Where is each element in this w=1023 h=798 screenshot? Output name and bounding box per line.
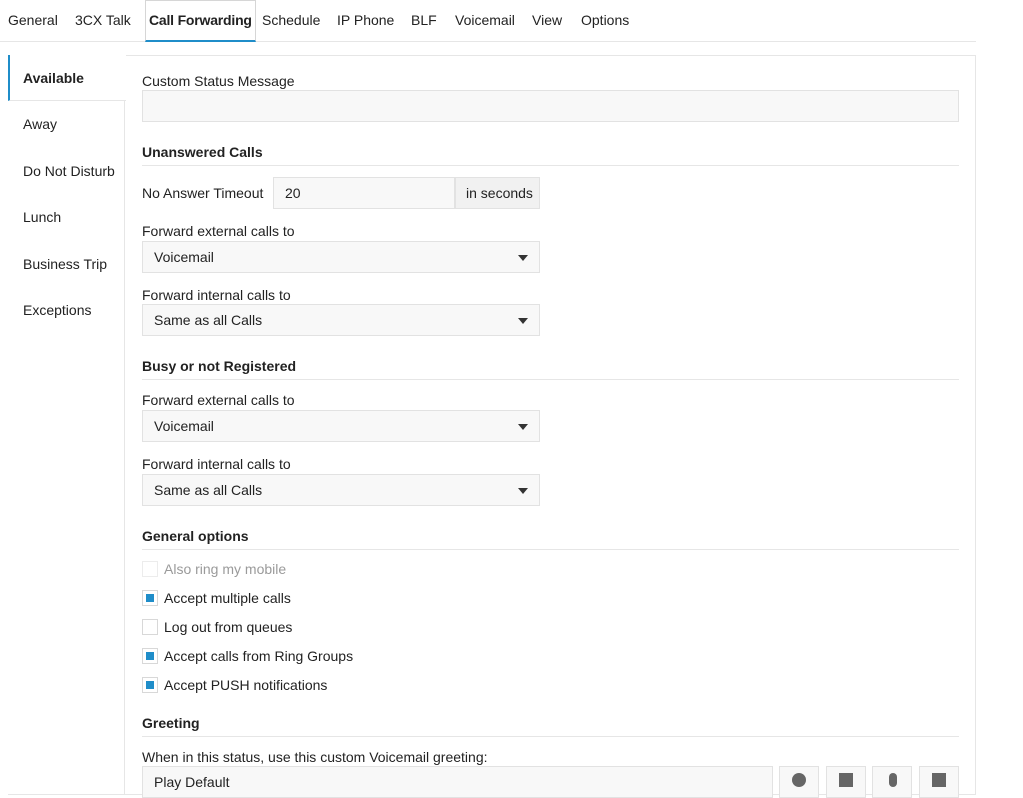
- play-greeting-button[interactable]: [779, 766, 819, 798]
- greeting-label: When in this status, use this custom Voi…: [142, 749, 488, 765]
- microphone-icon: [889, 773, 897, 787]
- sidebar-item-lunch[interactable]: Lunch: [8, 194, 125, 240]
- unanswered-external-label: Forward external calls to: [142, 223, 295, 239]
- sidebar-item-exceptions[interactable]: Exceptions: [8, 287, 125, 333]
- unanswered-external-select[interactable]: Voicemail: [142, 241, 540, 273]
- sidebar-item-business-trip[interactable]: Business Trip: [8, 241, 125, 287]
- folder-icon: [932, 773, 946, 787]
- play-icon: [792, 773, 806, 787]
- record-greeting-button[interactable]: [872, 766, 912, 798]
- chevron-down-icon: [518, 318, 528, 324]
- busy-internal-label: Forward internal calls to: [142, 456, 291, 472]
- checkbox-accept-multiple-calls[interactable]: [142, 590, 158, 606]
- timeout-unit-addon: in seconds: [455, 177, 540, 209]
- select-value: Play Default: [154, 774, 230, 790]
- sidebar-item-do-not-disturb[interactable]: Do Not Disturb: [8, 148, 125, 194]
- select-value: Same as all Calls: [154, 482, 263, 498]
- select-value: Voicemail: [154, 249, 214, 265]
- custom-status-label: Custom Status Message: [142, 73, 295, 89]
- greeting-select[interactable]: Play Default: [142, 766, 773, 798]
- upload-greeting-button[interactable]: [826, 766, 866, 798]
- select-value: Same as all Calls: [154, 312, 263, 328]
- checkbox-also-ring-mobile[interactable]: [142, 561, 158, 577]
- tab-schedule[interactable]: Schedule: [262, 12, 320, 28]
- section-title-busy: Busy or not Registered: [142, 358, 959, 380]
- no-answer-timeout-label: No Answer Timeout: [142, 185, 264, 201]
- tab-voicemail[interactable]: Voicemail: [455, 12, 515, 28]
- tab-view[interactable]: View: [532, 12, 562, 28]
- accept-ring-groups-label: Accept calls from Ring Groups: [164, 648, 354, 664]
- checkbox-accept-push[interactable]: [142, 677, 158, 693]
- tab-call-forwarding[interactable]: Call Forwarding: [145, 0, 256, 42]
- sidebar-item-away[interactable]: Away: [8, 101, 125, 147]
- tab-3cx-talk[interactable]: 3CX Talk: [75, 12, 131, 28]
- accept-multiple-calls-label: Accept multiple calls: [164, 590, 291, 606]
- unanswered-internal-label: Forward internal calls to: [142, 287, 291, 303]
- select-value: Voicemail: [154, 418, 214, 434]
- manage-greetings-button[interactable]: [919, 766, 959, 798]
- no-answer-timeout-input[interactable]: 20: [273, 177, 455, 209]
- checkbox-log-out-from-queues[interactable]: [142, 619, 158, 635]
- checkbox-accept-ring-groups[interactable]: [142, 648, 158, 664]
- unanswered-internal-select[interactable]: Same as all Calls: [142, 304, 540, 336]
- top-tab-bar: General 3CX Talk Call Forwarding Schedul…: [0, 0, 976, 42]
- sidebar-item-available[interactable]: Available: [8, 55, 126, 101]
- chevron-down-icon: [518, 488, 528, 494]
- also-ring-mobile-label: Also ring my mobile: [164, 561, 287, 577]
- tab-blf[interactable]: BLF: [411, 12, 437, 28]
- tab-options[interactable]: Options: [581, 12, 629, 28]
- section-title-unanswered-calls: Unanswered Calls: [142, 144, 959, 166]
- custom-status-input[interactable]: [142, 90, 959, 122]
- busy-external-label: Forward external calls to: [142, 392, 295, 408]
- chevron-down-icon: [518, 255, 528, 261]
- section-title-general-options: General options: [142, 528, 959, 550]
- tab-general[interactable]: General: [8, 12, 58, 28]
- log-out-from-queues-label: Log out from queues: [164, 619, 293, 635]
- section-title-greeting: Greeting: [142, 715, 959, 737]
- busy-internal-select[interactable]: Same as all Calls: [142, 474, 540, 506]
- status-sidebar: Available Away Do Not Disturb Lunch Busi…: [8, 55, 126, 795]
- upload-icon: [839, 773, 853, 787]
- accept-push-label: Accept PUSH notifications: [164, 677, 328, 693]
- busy-external-select[interactable]: Voicemail: [142, 410, 540, 442]
- chevron-down-icon: [518, 424, 528, 430]
- tab-ip-phone[interactable]: IP Phone: [337, 12, 394, 28]
